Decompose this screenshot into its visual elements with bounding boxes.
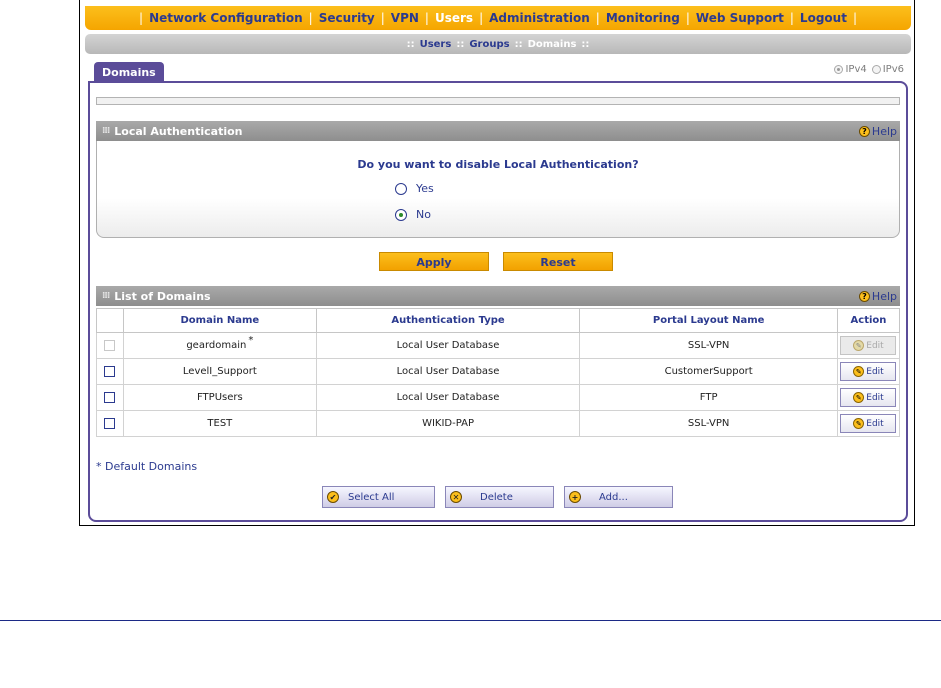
- default-marker: *: [248, 335, 254, 346]
- authentication-type: WIKID-PAP: [315, 410, 581, 437]
- add-button[interactable]: + Add...: [564, 486, 673, 508]
- nav-monitoring[interactable]: Monitoring: [606, 11, 680, 25]
- delete-icon: ✕: [450, 491, 462, 503]
- yes-label: Yes: [416, 182, 434, 195]
- apply-button[interactable]: Apply: [379, 252, 489, 271]
- action-header: Action: [836, 308, 901, 333]
- table-row: LevelI_Support Local User Database Custo…: [96, 358, 901, 385]
- domain-name: FTPUsers: [122, 384, 317, 411]
- domains-table: Domain Name Authentication Type Portal L…: [96, 308, 901, 437]
- nav-web-support[interactable]: Web Support: [696, 11, 784, 25]
- table-row: geardomain * Local User Database SSL-VPN …: [96, 332, 901, 359]
- table-header-row: Domain Name Authentication Type Portal L…: [96, 308, 901, 333]
- subnav-domains[interactable]: Domains: [528, 39, 577, 50]
- main-nav: | Network Configuration | Security | VPN…: [85, 6, 911, 30]
- list-of-domains-title: List of Domains: [114, 289, 211, 303]
- reset-button[interactable]: Reset: [503, 252, 613, 271]
- select-column-header: [96, 308, 124, 333]
- domain-name: TEST: [122, 410, 317, 437]
- portal-layout-name: FTP: [579, 384, 838, 411]
- help-icon: ?: [858, 125, 870, 137]
- edit-button[interactable]: ✎ Edit: [840, 388, 897, 407]
- domain-name: LevelI_Support: [122, 358, 317, 385]
- status-bar: [96, 97, 900, 105]
- portal-layout-name: SSL-VPN: [579, 410, 838, 437]
- list-of-domains-header: ⁞⁞⁞ List of Domains ? Help: [96, 286, 900, 306]
- nav-logout[interactable]: Logout: [800, 11, 847, 25]
- help-icon: ?: [858, 290, 870, 302]
- portal-layout-name: CustomerSupport: [579, 358, 838, 385]
- pencil-icon: ✎: [853, 366, 865, 377]
- row-checkbox[interactable]: [104, 417, 116, 429]
- domain-name: geardomain: [186, 340, 247, 351]
- local-authentication-box: Do you want to disable Local Authenticat…: [96, 141, 900, 238]
- add-icon: +: [569, 491, 581, 503]
- select-all-button[interactable]: ✔ Select All: [322, 486, 435, 508]
- help-label: Help: [871, 124, 897, 138]
- local-authentication-header: ⁞⁞⁞ Local Authentication ? Help: [96, 121, 900, 141]
- select-all-label: Select All: [348, 491, 395, 503]
- app-frame: | Network Configuration | Security | VPN…: [79, 0, 915, 526]
- tab-domains[interactable]: Domains: [94, 62, 164, 82]
- local-authentication-help[interactable]: ? Help: [858, 124, 897, 138]
- yes-option[interactable]: Yes: [395, 182, 434, 195]
- subnav-groups[interactable]: Groups: [469, 39, 509, 50]
- add-label: Add...: [599, 491, 628, 503]
- checkmark-icon: ✔: [327, 491, 339, 503]
- default-domains-note: * Default Domains: [96, 460, 198, 473]
- domain-name-header: Domain Name: [122, 308, 317, 333]
- authentication-type-header: Authentication Type: [315, 308, 581, 333]
- sub-nav: :: Users :: Groups :: Domains ::: [85, 34, 911, 54]
- nav-security[interactable]: Security: [319, 11, 375, 25]
- ip-version-selector: IPv4 IPv6: [834, 64, 904, 75]
- portal-layout-name-header: Portal Layout Name: [579, 308, 838, 333]
- authentication-type: Local User Database: [315, 384, 581, 411]
- grip-icon: ⁞⁞⁞: [102, 126, 110, 136]
- row-checkbox[interactable]: [104, 365, 116, 377]
- nav-vpn[interactable]: VPN: [391, 11, 419, 25]
- portal-layout-name: SSL-VPN: [579, 332, 838, 359]
- edit-button[interactable]: ✎ Edit: [840, 362, 897, 381]
- yes-radio[interactable]: [395, 182, 407, 195]
- table-row: TEST WIKID-PAP SSL-VPN ✎ Edit: [96, 410, 901, 437]
- help-label: Help: [871, 289, 897, 303]
- pencil-icon: ✎: [853, 392, 865, 403]
- delete-button[interactable]: ✕ Delete: [445, 486, 554, 508]
- page-divider: [0, 620, 941, 621]
- edit-button: ✎ Edit: [840, 336, 897, 355]
- authentication-type: Local User Database: [315, 358, 581, 385]
- domains-panel: ⁞⁞⁞ Local Authentication ? Help Do you w…: [88, 81, 908, 522]
- local-authentication-title: Local Authentication: [114, 124, 243, 138]
- nav-users[interactable]: Users: [435, 11, 473, 25]
- no-radio[interactable]: [395, 208, 407, 221]
- delete-label: Delete: [480, 491, 513, 503]
- ipv6-label: IPv6: [882, 64, 904, 75]
- grip-icon: ⁞⁞⁞: [102, 291, 110, 301]
- edit-button[interactable]: ✎ Edit: [840, 414, 897, 433]
- ipv4-label: IPv4: [845, 64, 867, 75]
- table-row: FTPUsers Local User Database FTP ✎ Edit: [96, 384, 901, 411]
- row-checkbox[interactable]: [104, 391, 116, 403]
- nav-network-configuration[interactable]: Network Configuration: [149, 11, 303, 25]
- list-of-domains-help[interactable]: ? Help: [858, 289, 897, 303]
- disable-local-auth-question: Do you want to disable Local Authenticat…: [357, 158, 639, 171]
- nav-administration[interactable]: Administration: [489, 11, 590, 25]
- row-checkbox: [104, 339, 116, 351]
- pencil-icon: ✎: [853, 340, 865, 351]
- no-option[interactable]: No: [395, 208, 431, 221]
- subnav-users[interactable]: Users: [420, 39, 452, 50]
- pencil-icon: ✎: [853, 418, 865, 429]
- authentication-type: Local User Database: [315, 332, 581, 359]
- ipv6-radio[interactable]: [871, 65, 881, 74]
- ipv4-radio[interactable]: [834, 65, 844, 74]
- no-label: No: [416, 208, 431, 221]
